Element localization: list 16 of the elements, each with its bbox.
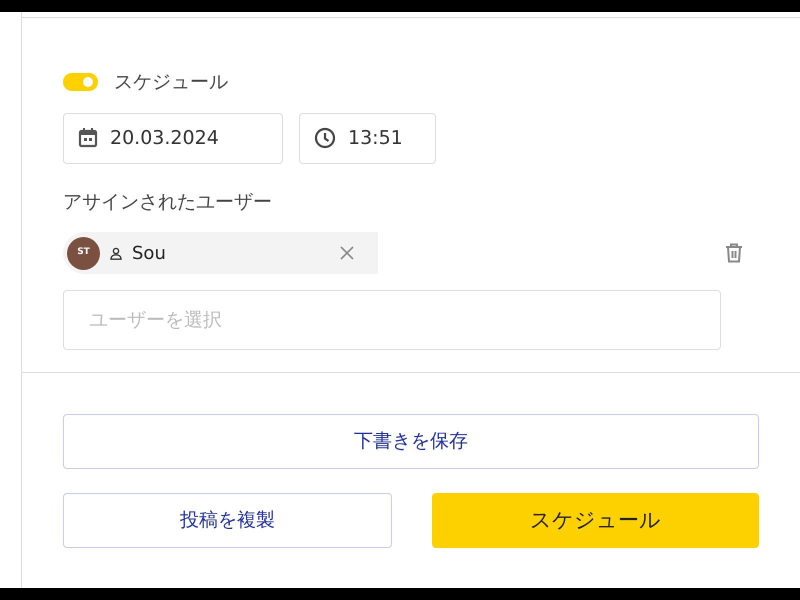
date-field[interactable]: 20.03.2024 [63, 112, 283, 164]
toggle-label: スケジュール [114, 70, 228, 95]
clock-icon [314, 127, 336, 149]
outline-button[interactable]: 投稿を複製 [63, 493, 392, 548]
assigned-users-label: アサインされたユーザー [63, 190, 273, 214]
avatar: ST [67, 236, 100, 270]
schedule-button[interactable]: スケジュール [432, 493, 759, 548]
close-icon[interactable] [340, 246, 354, 260]
user-select-field[interactable]: ユーザーを選択 [63, 290, 721, 350]
time-field[interactable]: 13:51 [299, 112, 436, 164]
outline-button[interactable]: 下書きを保存 [63, 414, 759, 469]
user-name: Sou [132, 242, 167, 266]
calendar-icon [78, 127, 98, 149]
toggle-switch[interactable] [63, 73, 98, 92]
trash-icon[interactable] [725, 243, 743, 263]
person-icon [110, 246, 122, 260]
